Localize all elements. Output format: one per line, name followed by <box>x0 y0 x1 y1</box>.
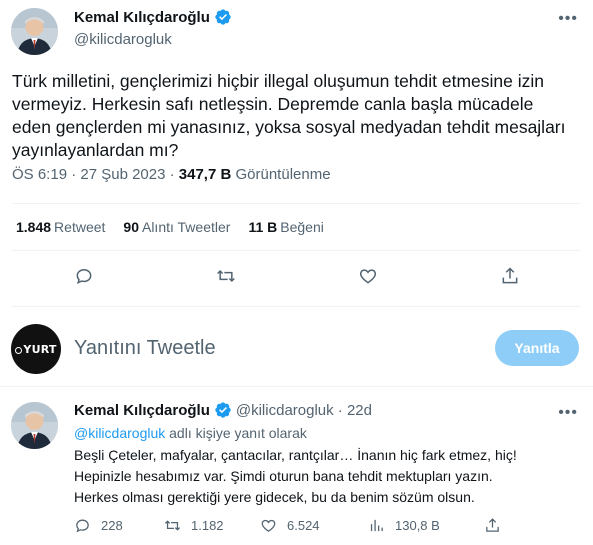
reply-author-row: Kemal Kılıçdaroğlu @kilicdarogluk · 22d <box>74 401 372 419</box>
views-count: 130,8 B <box>395 518 440 533</box>
reply-like-action[interactable]: 6.524 <box>260 517 320 534</box>
divider <box>12 306 581 307</box>
like-count: 11 B <box>248 219 278 235</box>
retweet-icon <box>164 520 181 531</box>
divider <box>12 250 581 251</box>
reply-reply-action[interactable]: 228 <box>74 517 123 534</box>
tweet-actions <box>0 262 593 292</box>
author-name-row: Kemal Kılıçdaroğlu <box>74 8 232 26</box>
verified-badge-icon <box>215 402 231 418</box>
author-display-name[interactable]: Kemal Kılıçdaroğlu <box>74 9 210 26</box>
reply-author-name[interactable]: Kemal Kılıçdaroğlu <box>74 402 210 419</box>
author-handle[interactable]: @kilicdarogluk <box>74 31 172 48</box>
like-count: 6.524 <box>287 518 320 533</box>
yurt-logo-text: YURT <box>23 342 57 356</box>
retweet-count: 1.182 <box>191 518 224 533</box>
retweet-stat[interactable]: 1.848 Retweet <box>16 219 105 235</box>
retweet-count: 1.848 <box>16 219 52 235</box>
reply-text: Beşli Çeteler, mafyalar, çantacılar, ran… <box>74 445 574 508</box>
quote-stat[interactable]: 90 Alıntı Tweetler <box>123 219 230 235</box>
reply-icon <box>76 519 89 533</box>
reply-handle-time[interactable]: @kilicdarogluk · 22d <box>236 402 372 419</box>
reply-count: 228 <box>101 518 123 533</box>
share-icon[interactable] <box>500 266 524 290</box>
like-label: Beğeni <box>280 219 324 235</box>
quote-count: 90 <box>123 219 139 235</box>
like-stat[interactable]: 11 B Beğeni <box>248 219 323 235</box>
divider <box>0 386 593 387</box>
like-icon[interactable] <box>358 266 382 290</box>
tweet-text: Türk milletini, gençlerimizi hiçbir ille… <box>12 71 566 160</box>
replying-to: @kilicdarogluk adlı kişiye yanıt olarak <box>74 425 307 441</box>
tweet-timestamp[interactable]: ÖS 6:19 · 27 Şub 2023 · <box>12 166 179 183</box>
more-options-icon[interactable]: ••• <box>558 10 578 28</box>
share-icon <box>486 518 499 532</box>
reply-share-action[interactable] <box>484 517 501 534</box>
view-count-label: Görüntülenme <box>231 166 331 183</box>
reply-button[interactable]: Yanıtla <box>495 330 579 366</box>
reply-views-action[interactable]: 130,8 B <box>368 517 440 534</box>
retweet-label: Retweet <box>54 219 106 235</box>
divider <box>12 203 581 204</box>
replying-to-text: adlı kişiye yanıt olarak <box>165 425 307 441</box>
view-count: 347,7 B <box>178 166 232 183</box>
replying-to-link[interactable]: @kilicdarogluk <box>74 425 165 441</box>
reply-icon[interactable] <box>74 266 98 290</box>
verified-badge-icon <box>215 9 231 25</box>
more-options-icon[interactable]: ••• <box>558 404 578 422</box>
reply-retweet-action[interactable]: 1.182 <box>164 517 224 534</box>
tweet-stats: 1.848 Retweet 90 Alıntı Tweetler 11 B Beğen… <box>16 219 324 235</box>
current-user-avatar[interactable]: YURT <box>11 324 61 374</box>
yurt-logo: YURT <box>15 343 56 356</box>
tweet-meta: ÖS 6:19 · 27 Şub 2023 · 347,7 B Görüntül… <box>12 166 331 183</box>
reply-line: Herkes olması gerektiği yere gidecek, bu… <box>74 489 475 505</box>
reply-actions: 228 1.182 6.524 130,8 B <box>74 517 584 539</box>
reply-line: Beşli Çeteler, mafyalar, çantacılar, ran… <box>74 447 517 463</box>
quote-label: Alıntı Tweetler <box>141 219 231 235</box>
retweet-icon[interactable] <box>216 266 240 290</box>
like-icon <box>261 519 276 532</box>
author-avatar[interactable] <box>11 8 58 55</box>
reply-line: Hepinizle hesabımız var. Şimdi oturun ba… <box>74 468 493 484</box>
analytics-icon <box>370 519 383 532</box>
reply-author-avatar[interactable] <box>11 402 58 449</box>
reply-input[interactable]: Yanıtını Tweetle <box>74 337 216 360</box>
